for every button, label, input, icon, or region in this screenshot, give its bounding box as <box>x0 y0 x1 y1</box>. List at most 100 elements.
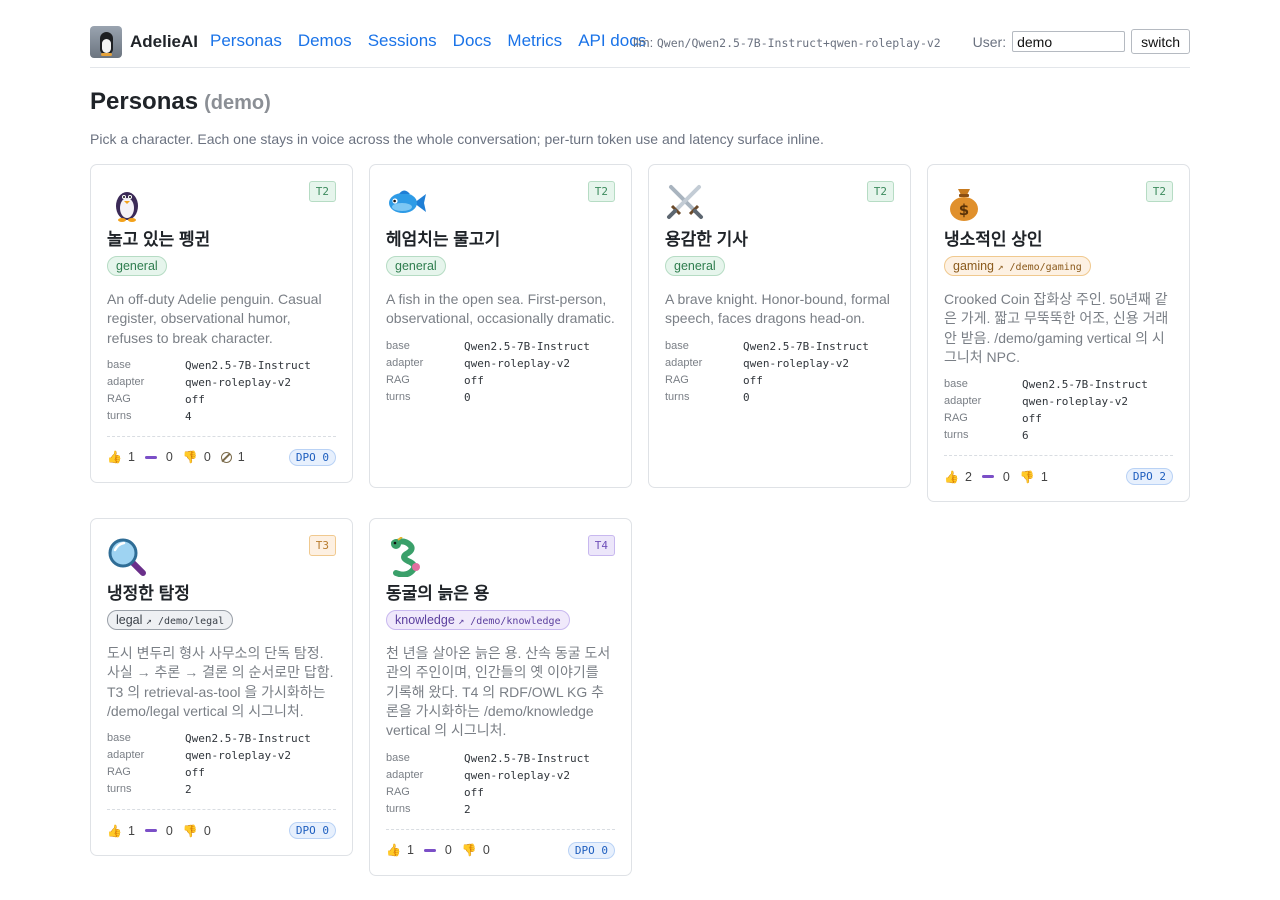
llm-value: Qwen/Qwen2.5-7B-Instruct+qwen-roleplay-v… <box>656 36 941 50</box>
nav-sessions[interactable]: Sessions <box>368 31 437 51</box>
switch-user-button[interactable]: switch <box>1131 29 1190 54</box>
meta-rag: off <box>743 373 763 387</box>
nav-personas[interactable]: Personas <box>210 31 282 51</box>
thumbs-up-icon[interactable]: 👍 <box>386 843 401 857</box>
money-bag-icon: $ <box>944 183 984 223</box>
page-wrapper: AdelieAI Personas Demos Sessions Docs Me… <box>90 0 1190 876</box>
persona-name: 용감한 기사 <box>665 230 748 249</box>
meta-base: Qwen2.5-7B-Instruct <box>185 358 311 372</box>
persona-description: A brave knight. Honor-bound, formal spee… <box>665 291 890 327</box>
brand-name[interactable]: AdelieAI <box>130 32 198 52</box>
upvote-count: 1 <box>406 843 414 858</box>
persona-tag[interactable]: knowledge ↗ /demo/knowledge <box>386 610 570 631</box>
meta-label: base <box>386 339 410 352</box>
tag-link[interactable]: ↗ /demo/legal <box>146 616 224 627</box>
tag-link[interactable]: ↗ /demo/knowledge <box>458 616 560 627</box>
penguin-logo-icon[interactable] <box>90 26 122 58</box>
meta-label: RAG <box>107 766 131 779</box>
meta-base: Qwen2.5-7B-Instruct <box>1022 378 1148 392</box>
persona-card[interactable]: T2 용감한 기사 general A brave knight. Honor-… <box>648 164 911 488</box>
persona-tag[interactable]: legal ↗ /demo/legal <box>107 610 234 631</box>
tier-badge: T2 <box>866 181 894 202</box>
meta-label: base <box>944 378 968 391</box>
neutral-count: 0 <box>1002 469 1010 484</box>
persona-tag[interactable]: gaming ↗ /demo/gaming <box>944 256 1091 276</box>
meta-label: turns <box>386 802 411 815</box>
thumbs-up-icon[interactable]: 👍 <box>107 450 122 464</box>
downvote-count: 0 <box>203 823 211 838</box>
persona-description: Crooked Coin 잡화상 주인. 50년째 같은 가게. 짧고 무뚝뚝한… <box>944 291 1169 365</box>
persona-name: 동굴의 늙은 용 <box>386 584 490 604</box>
meta-label: adapter <box>944 395 982 408</box>
crossed-swords-icon <box>665 183 705 223</box>
persona-meta: base Qwen2.5-7B-Instruct adapter qwen-role… <box>386 751 615 817</box>
thumbs-down-icon[interactable]: 👎 <box>183 450 198 464</box>
persona-description: An off-duty Adelie penguin. Casual regis… <box>107 291 322 346</box>
tag-label: legal <box>116 613 143 628</box>
persona-card[interactable]: T3 냉정한 탐정 legal ↗ /demo/legal 도시 변두리 형사 … <box>90 518 353 857</box>
persona-card[interactable]: T2 놀고 있는 펭귄 general An off-duty Adelie p… <box>90 164 353 483</box>
page-intro: Pick a character. Each one stays in voic… <box>90 131 824 147</box>
page-title-text: Personas <box>90 88 199 115</box>
dpo-badge: DPO 0 <box>288 448 336 466</box>
thumbs-down-icon[interactable]: 👎 <box>1020 470 1035 484</box>
persona-meta: base Qwen2.5-7B-Instruct adapter qwen-role… <box>665 339 894 405</box>
meta-adapter: qwen-roleplay-v2 <box>464 768 570 782</box>
neutral-icon[interactable] <box>981 475 994 479</box>
page-title: Personas (demo) <box>90 88 271 116</box>
persona-name: 냉소적인 상인 <box>944 230 1043 249</box>
meta-adapter: qwen-roleplay-v2 <box>464 356 570 370</box>
persona-meta: base Qwen2.5-7B-Instruct adapter qwen-role… <box>386 339 615 405</box>
thumbs-down-icon[interactable]: 👎 <box>462 843 477 857</box>
tier-badge: T2 <box>587 181 615 202</box>
meta-label: base <box>107 358 131 371</box>
downvote-count: 0 <box>482 843 490 858</box>
tier-badge: T2 <box>308 181 336 202</box>
tag-link[interactable]: ↗ /demo/gaming <box>997 262 1081 273</box>
neutral-icon[interactable] <box>423 848 436 852</box>
meta-label: RAG <box>107 392 131 405</box>
thumbs-down-icon[interactable]: 👎 <box>183 824 198 838</box>
svg-text:$: $ <box>959 201 969 219</box>
persona-tag: general <box>107 256 167 276</box>
neutral-icon[interactable] <box>144 455 157 459</box>
neutral-count: 0 <box>444 843 452 858</box>
tag-label: knowledge <box>395 613 455 628</box>
meta-base: Qwen2.5-7B-Instruct <box>464 339 590 353</box>
persona-card[interactable]: T4 동굴의 늙은 용 knowledge ↗ /demo/knowledge … <box>369 518 632 876</box>
meta-turns: 6 <box>1022 429 1029 443</box>
meta-label: base <box>386 751 410 764</box>
feedback-row: 👍 1 0 👎 0 1 DPO 0 <box>107 435 336 466</box>
meta-rag: off <box>185 766 205 780</box>
persona-card[interactable]: T2 헤엄치는 물고기 general A fish in the open s… <box>369 164 632 488</box>
persona-card[interactable]: T2 $ 냉소적인 상인 gaming ↗ /demo/gaming Crook… <box>927 164 1190 503</box>
meta-label: turns <box>665 390 690 403</box>
persona-description: A fish in the open sea. First-person, ob… <box>386 291 615 327</box>
tag-label: general <box>674 259 716 273</box>
meta-rag: off <box>464 785 484 799</box>
thumbs-up-icon[interactable]: 👍 <box>107 824 122 838</box>
neutral-icon[interactable] <box>144 829 157 833</box>
skip-icon[interactable] <box>220 451 232 463</box>
magnifier-icon <box>107 537 147 577</box>
nav-metrics[interactable]: Metrics <box>507 31 562 51</box>
user-switcher: User: switch <box>973 29 1190 54</box>
nav-demos[interactable]: Demos <box>298 31 352 51</box>
dpo-badge: DPO 0 <box>288 822 336 840</box>
tag-label: general <box>116 259 158 273</box>
meta-label: adapter <box>386 768 424 781</box>
meta-label: turns <box>107 783 132 796</box>
user-input[interactable] <box>1012 31 1126 52</box>
tag-label: gaming <box>953 259 994 273</box>
page-title-sub: (demo) <box>204 92 271 114</box>
persona-description: 도시 변두리 형사 사무소의 단독 탐정. 사실 → 추론 → 결론 의 순서로… <box>107 645 334 720</box>
meta-label: adapter <box>665 356 703 369</box>
persona-meta: base Qwen2.5-7B-Instruct adapter qwen-role… <box>107 358 336 424</box>
downvote-count: 0 <box>203 450 211 465</box>
nav-docs[interactable]: Docs <box>453 31 492 51</box>
user-label: User: <box>972 33 1007 50</box>
meta-rag: off <box>1022 412 1042 426</box>
meta-adapter: qwen-roleplay-v2 <box>743 356 849 370</box>
thumbs-up-icon[interactable]: 👍 <box>944 470 959 484</box>
meta-adapter: qwen-roleplay-v2 <box>185 749 291 763</box>
